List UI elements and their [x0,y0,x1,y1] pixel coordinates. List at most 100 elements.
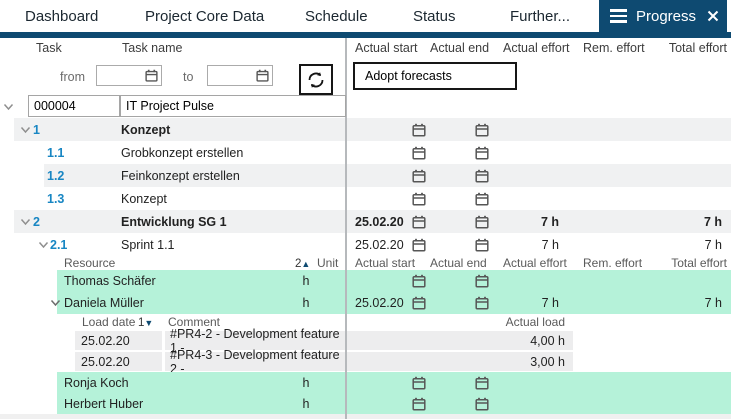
calendar-icon[interactable] [475,169,489,183]
task-row: 2 Entwicklung SG 1 25.02.20 7 h 7 h [0,210,731,233]
resource-header-row: Resource 2▲ Unit Actual start Actual end… [0,256,731,270]
load-header-row: Load date 1▼ Comment Actual load [0,314,731,330]
actual-effort-value: 7 h [493,215,575,229]
resource-name: Daniela Müller [64,296,144,310]
chevron-down-icon[interactable] [20,126,31,133]
project-id-input[interactable] [28,95,120,117]
load-date[interactable]: 25.02.20 [75,331,162,350]
tab-further[interactable]: Further... [510,0,570,32]
col-header-task[interactable]: Task [36,41,62,55]
from-label: from [60,70,85,84]
calendar-icon[interactable] [412,376,426,390]
tab-schedule[interactable]: Schedule [305,0,368,32]
calendar-icon[interactable] [475,296,489,310]
calendar-icon[interactable] [412,169,426,183]
load-value[interactable]: 4,00 h [347,331,573,350]
total-effort-value: 7 h [647,296,731,310]
menu-icon[interactable] [610,9,627,22]
calendar-icon[interactable] [412,296,426,310]
close-icon[interactable] [707,10,719,22]
tab-dashboard[interactable]: Dashboard [25,0,98,32]
task-row: 1.1 Grobkonzept erstellen [0,141,731,164]
progress-window: Dashboard Project Core Data Schedule Sta… [0,0,731,419]
load-row: 25.02.20 #PR4-3 - Development feature 2 … [0,351,731,372]
calendar-icon[interactable] [412,215,426,229]
chevron-down-icon[interactable] [3,103,14,110]
col-header-actual-load[interactable]: Actual load [347,313,573,332]
col-header-task-name[interactable]: Task name [122,41,182,55]
task-number: 1 [33,123,40,137]
resource-row: Ronja Koch h [0,372,731,393]
task-name: Feinkonzept erstellen [121,169,240,183]
sort-indicator[interactable]: 1▼ [138,315,153,329]
calendar-icon[interactable] [412,123,426,137]
calendar-icon[interactable] [475,123,489,137]
col-header-actual-start[interactable]: Actual start [347,41,429,55]
resource-row: Thomas Schäfer h [0,270,731,292]
task-name: Entwicklung SG 1 [121,215,227,229]
calendar-icon[interactable] [475,376,489,390]
adopt-forecasts-button[interactable]: Adopt forecasts [353,62,517,90]
resource-row: Herbert Huber h [0,393,731,414]
to-label: to [183,70,193,84]
col-header-actual-end[interactable]: Actual end [429,41,493,55]
calendar-icon[interactable] [412,274,426,288]
col-header-actual-end[interactable]: Actual end [429,256,493,270]
refresh-button[interactable] [299,64,333,95]
col-header-unit[interactable]: Unit [317,256,338,270]
to-date-input[interactable] [208,66,256,85]
col-header-total-effort[interactable]: Total effort [647,41,731,55]
calendar-icon[interactable] [412,238,426,252]
col-header-total-effort[interactable]: Total effort [647,256,731,270]
tab-progress-label: Progress [636,8,696,25]
project-name-input[interactable] [120,95,346,117]
col-header-load-date[interactable]: Load date [82,315,135,329]
tab-progress-active[interactable]: Progress [599,0,727,32]
load-date[interactable]: 25.02.20 [75,352,162,371]
task-number: 1.2 [47,169,64,183]
tab-project-core-data[interactable]: Project Core Data [145,0,264,32]
total-effort-value: 7 h [647,238,731,252]
to-datebox [207,65,273,86]
task-row: 1.3 Konzept [0,187,731,210]
tab-status[interactable]: Status [413,0,456,32]
calendar-icon[interactable] [412,397,426,411]
chevron-down-icon[interactable] [20,218,31,225]
col-header-rem-effort[interactable]: Rem. effort [575,256,647,270]
calendar-icon[interactable] [475,274,489,288]
calendar-icon[interactable] [256,69,272,82]
resource-row: Daniela Müller h 25.02.20 7 h 7 h [0,292,731,314]
resource-name: Thomas Schäfer [64,274,156,288]
col-header-rem-effort[interactable]: Rem. effort [575,41,647,55]
chevron-down-icon[interactable] [38,241,49,248]
resource-name: Ronja Koch [64,376,129,390]
col-header-actual-effort[interactable]: Actual effort [493,41,575,55]
task-name: Grobkonzept erstellen [121,146,243,160]
calendar-icon[interactable] [475,146,489,160]
calendar-icon[interactable] [412,192,426,206]
calendar-icon[interactable] [475,192,489,206]
actual-start-value: 25.02.20 [347,215,412,229]
calendar-icon[interactable] [475,238,489,252]
resource-unit: h [296,274,316,288]
col-header-actual-start[interactable]: Actual start [347,256,429,270]
col-header-actual-effort[interactable]: Actual effort [493,256,575,270]
from-date-input[interactable] [97,66,145,85]
actual-start-value: 25.02.20 [347,238,412,252]
sort-indicator[interactable]: 2▲ [295,256,310,270]
resource-unit: h [296,397,316,411]
calendar-icon[interactable] [145,69,161,82]
total-effort-value: 7 h [647,215,731,229]
tab-bar: Dashboard Project Core Data Schedule Sta… [0,0,731,32]
project-row [0,95,731,118]
calendar-icon[interactable] [475,397,489,411]
calendar-icon[interactable] [475,215,489,229]
col-header-resource[interactable]: Resource [64,256,115,270]
from-datebox [96,65,162,86]
load-value[interactable]: 3,00 h [347,352,573,371]
task-name: Konzept [121,192,167,206]
chevron-down-icon[interactable] [50,300,61,307]
calendar-icon[interactable] [412,146,426,160]
task-row: 2.1 Sprint 1.1 25.02.20 7 h 7 h [0,233,731,256]
load-comment[interactable]: #PR4-3 - Development feature 2 - [165,352,345,371]
